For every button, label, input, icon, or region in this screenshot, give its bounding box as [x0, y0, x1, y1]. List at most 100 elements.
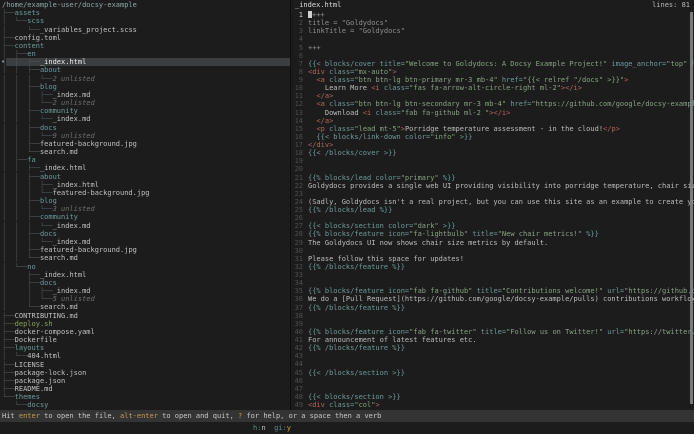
tree-row[interactable]: │ └──404.html — [0, 352, 290, 360]
tree-row[interactable]: ├──deploy.sh — [0, 320, 290, 328]
tree-branch-lines: └── — [2, 393, 15, 401]
tree-row[interactable]: │ │ └──5 unlisted — [0, 295, 290, 303]
tree-row[interactable]: │ ├──_index.html — [0, 271, 290, 279]
tree-row[interactable]: ├──package.json — [0, 377, 290, 385]
tree-row[interactable]: │ │ │ ├──_index.md — [0, 91, 290, 99]
tree-row[interactable]: ├──Dockerfile — [0, 336, 290, 344]
tree-row[interactable]: │ │ ├──featured-background.jpg — [0, 140, 290, 148]
tree-row[interactable]: └──themes — [0, 393, 290, 401]
status-text: for help, or a space then a verb — [242, 412, 381, 420]
line-number: 32 — [291, 263, 303, 271]
tree-branch-lines: │ └── — [2, 263, 27, 271]
code-token: "https://twitter.com/ — [624, 328, 694, 336]
tree-row-selected[interactable]: │ │ ├──_index.html — [0, 58, 290, 66]
tree-row[interactable]: │ │ ├──_index.html — [0, 164, 290, 172]
tree-branch-lines: │ └── — [2, 17, 27, 25]
tree-row[interactable]: ├──LICENSE — [0, 361, 290, 369]
tree-node-label: en — [27, 50, 35, 58]
code-token: href= — [506, 100, 531, 108]
tree-row[interactable]: │ │ └──search.md — [0, 148, 290, 156]
preview-scrollbar[interactable] — [690, 12, 693, 404]
flag-value[interactable]: y — [287, 424, 291, 432]
tree-row[interactable]: │ │ │ └──2 unlisted — [0, 75, 290, 83]
code-line: 6 — [291, 52, 694, 60]
tree-node-label: blog — [40, 83, 57, 91]
code-token: The Goldydocs UI now shows chair size me… — [308, 239, 548, 247]
tree-row[interactable]: │ │ └──search.md — [0, 254, 290, 262]
code-token: class= — [329, 68, 354, 76]
tree-row[interactable]: /home/example-user/docsy-example — [0, 1, 290, 9]
tree-row[interactable]: │ │ ├──blog — [0, 197, 290, 205]
tree-row[interactable]: │ │ ├──community — [0, 213, 290, 221]
tree-row[interactable]: │ │ │ └──_index.md — [0, 115, 290, 123]
tree-row[interactable]: ├──content — [0, 42, 290, 50]
line-number: 9 — [291, 76, 303, 84]
code-line: 4 — [291, 35, 694, 43]
tree-row[interactable]: │ └──scss — [0, 17, 290, 25]
code-line: 48{{< blocks/section >}} — [291, 393, 694, 401]
tree-row[interactable]: └──docsy — [0, 401, 290, 409]
tree-row[interactable]: │ │ ├──docs — [0, 230, 290, 238]
tree-row[interactable]: │ │ │ └──9 unlisted — [0, 132, 290, 140]
tree-branch-lines: │ │ └── — [2, 254, 40, 262]
tree-row[interactable]: │ │ │ └──_index.md — [0, 222, 290, 230]
tree-row[interactable]: │ │ ├──docs — [0, 124, 290, 132]
tree-row[interactable]: │ ├──fa — [0, 156, 290, 164]
code-token: "Contributions welcome!" — [502, 287, 603, 295]
tree-row[interactable]: │ ├──en — [0, 50, 290, 58]
tree-row[interactable]: │ ├──docs — [0, 279, 290, 287]
tree-row[interactable]: │ │ ├──community — [0, 107, 290, 115]
code-token: +++ — [312, 11, 325, 19]
tree-row[interactable]: ├──assets — [0, 9, 290, 17]
tree-branch-lines: ├── — [2, 42, 15, 50]
tree-node-label: docsy — [27, 401, 48, 409]
tree-row[interactable]: │ │ ├──blog — [0, 83, 290, 91]
status-text: to open and quit, — [158, 412, 238, 420]
tree-row[interactable]: │ └──search.md — [0, 303, 290, 311]
tree-row[interactable]: │ │ │ ├──_index.html — [0, 181, 290, 189]
tree-branch-lines: ├── — [2, 385, 15, 393]
tree-row[interactable]: │ │ ├──about — [0, 66, 290, 74]
tree-row[interactable]: │ │ ├──_index.md — [0, 287, 290, 295]
tree-row[interactable]: │ │ │ └──_index.md — [0, 238, 290, 246]
code-token: "New chair metrics!" — [498, 230, 582, 238]
tree-row[interactable]: │ └──no — [0, 263, 290, 271]
tree-row[interactable]: ├──layouts — [0, 344, 290, 352]
code-line: 47 — [291, 385, 694, 393]
tree-row[interactable]: ├──CONTRIBUTING.md — [0, 312, 290, 320]
line-number: 42 — [291, 344, 303, 352]
flag-value[interactable]: n — [261, 424, 265, 432]
tree-row[interactable]: │ │ │ └──3 unlisted — [0, 205, 290, 213]
tree-row[interactable]: │ │ │ └──featured-background.jpg — [0, 189, 290, 197]
line-number: 1 — [291, 11, 303, 19]
tree-row[interactable]: │ │ │ └──2 unlisted — [0, 99, 290, 107]
tree-branch-lines: │ │ └── — [2, 295, 53, 303]
tree-branch-lines: │ └── — [2, 26, 40, 34]
tree-row[interactable]: ├──README.md — [0, 385, 290, 393]
command-input-bar[interactable]: :e h:n gi:y — [0, 422, 694, 434]
tree-node-label: _index.html — [53, 181, 99, 189]
code-line: 41For announcement of latest features et… — [291, 336, 694, 344]
tree-node-label: _index.html — [40, 164, 86, 172]
code-token: href= — [498, 76, 523, 84]
tree-node-label: _index.md — [53, 115, 91, 123]
tree-row[interactable]: ├──package-lock.json — [0, 369, 290, 377]
line-number: 7 — [291, 60, 303, 68]
code-line: 27{{< blocks/section color="dark" >}} — [291, 222, 694, 230]
code-token: "{{< relref "/docs" >}}" — [523, 76, 624, 84]
code-line: 21{{% blocks/lead color="primary" %}} — [291, 174, 694, 182]
preview-filename: _index.html — [295, 0, 341, 11]
code-token: <a — [316, 100, 329, 108]
tree-node-label: assets — [15, 9, 40, 17]
tree-row[interactable]: │ │ ├──featured-background.jpg — [0, 246, 290, 254]
tree-node-label: community — [40, 213, 78, 221]
tree-node-label: _variables_project.scss — [40, 26, 137, 34]
tree-row[interactable]: ├──docker-compose.yaml — [0, 328, 290, 336]
tree-row[interactable]: ├──config.toml — [0, 34, 290, 42]
tree-row[interactable]: │ └──_variables_project.scss — [0, 26, 290, 34]
code-line: 1 +++ — [291, 11, 694, 19]
tree-row[interactable]: │ │ ├──about — [0, 173, 290, 181]
code-token: "col" — [354, 401, 375, 409]
code-token: {{< /blocks/section >}} — [308, 369, 405, 377]
code-token: >}} — [439, 222, 456, 230]
